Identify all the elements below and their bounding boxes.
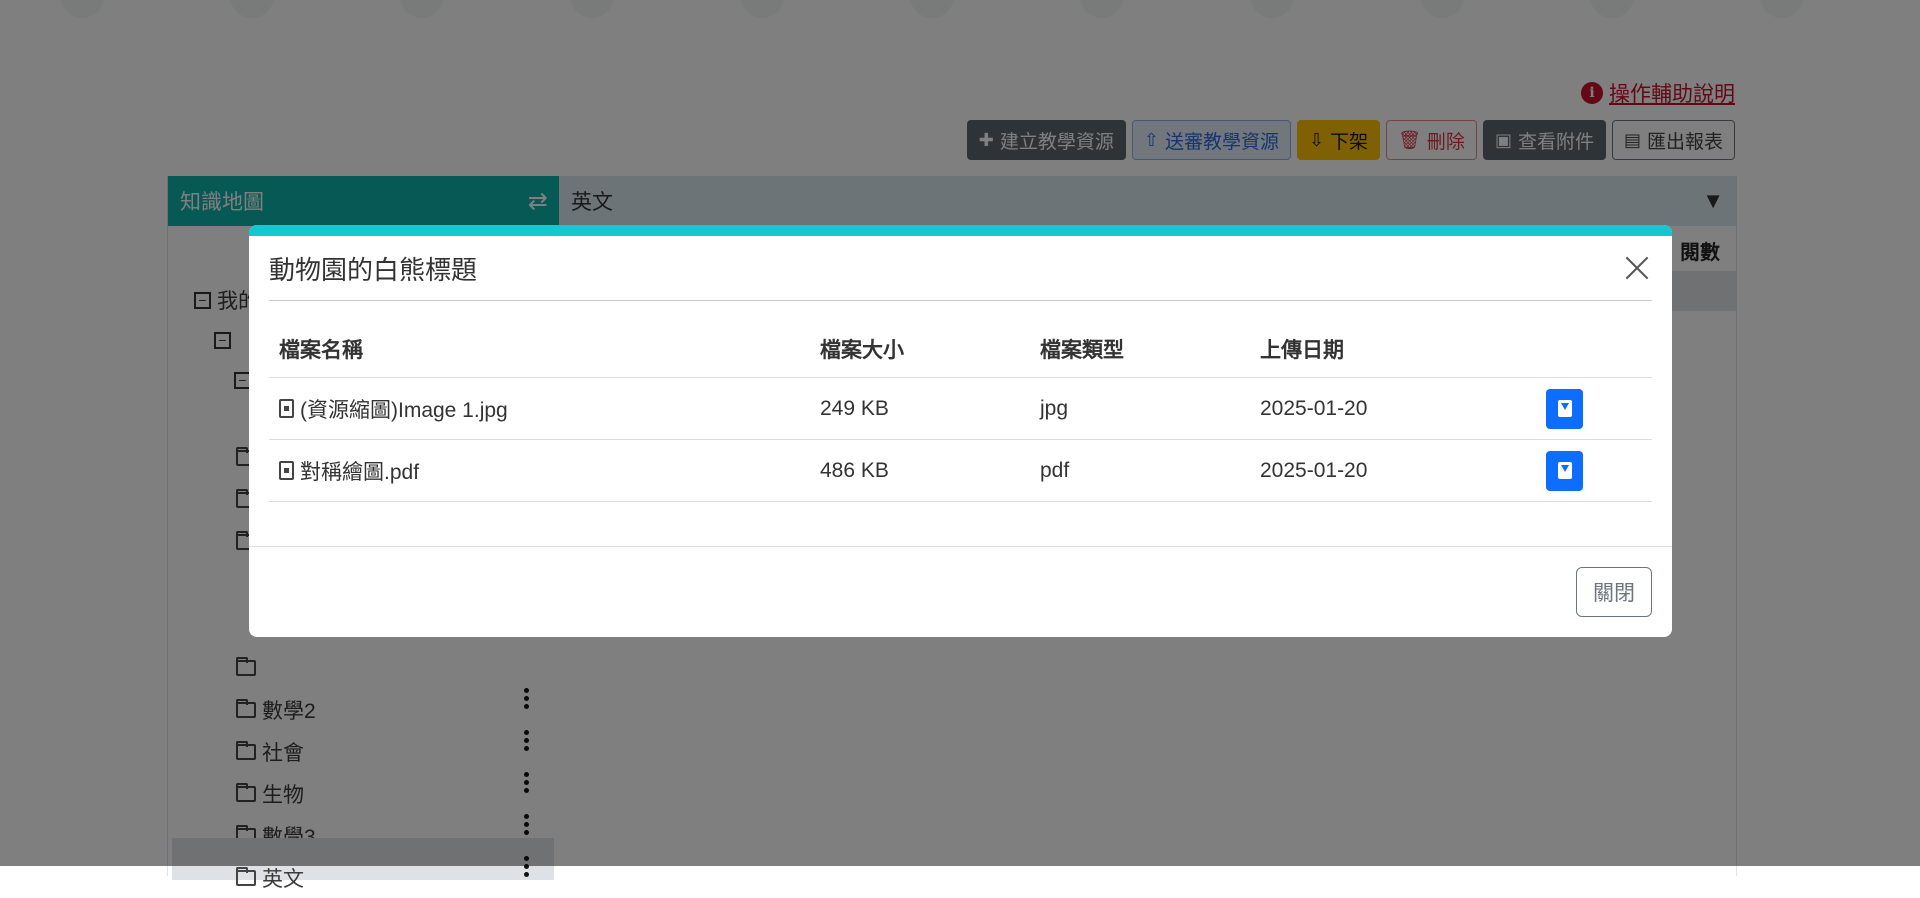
upload-date: 2025-01-20 bbox=[1250, 377, 1536, 440]
column-header-filesize: 檔案大小 bbox=[810, 321, 1030, 378]
file-download-icon bbox=[1557, 400, 1572, 417]
modal-title: 動物園的白熊標題 bbox=[269, 254, 478, 285]
table-header-row: 檔案名稱 檔案大小 檔案類型 上傳日期 bbox=[269, 321, 1652, 378]
file-size: 249 KB bbox=[810, 377, 1030, 440]
modal-header: 動物園的白熊標題 bbox=[269, 236, 1652, 301]
table-row: (資源縮圖)Image 1.jpg 249 KB jpg 2025-01-20 bbox=[269, 377, 1652, 440]
file-name: (資源縮圖)Image 1.jpg bbox=[300, 398, 508, 422]
upload-date: 2025-01-20 bbox=[1250, 439, 1536, 502]
column-header-actions bbox=[1536, 321, 1652, 378]
download-button[interactable] bbox=[1546, 388, 1583, 429]
file-type: jpg bbox=[1030, 377, 1250, 440]
attachments-table: 檔案名稱 檔案大小 檔案類型 上傳日期 (資源縮圖)Image 1.jpg 24… bbox=[269, 321, 1652, 502]
file-type: pdf bbox=[1030, 439, 1250, 502]
column-header-filetype: 檔案類型 bbox=[1030, 321, 1250, 378]
close-icon[interactable] bbox=[1624, 255, 1650, 281]
folder-icon bbox=[236, 867, 256, 886]
download-button[interactable] bbox=[1546, 450, 1583, 491]
file-size: 486 KB bbox=[810, 439, 1030, 502]
file-download-icon bbox=[1557, 462, 1572, 479]
close-button[interactable]: 關閉 bbox=[1576, 567, 1652, 617]
file-pdf-icon bbox=[279, 461, 294, 480]
column-header-filename: 檔案名稱 bbox=[269, 321, 810, 378]
table-row: 對稱繪圖.pdf 486 KB pdf 2025-01-20 bbox=[269, 439, 1652, 502]
modal-footer: 關閉 bbox=[249, 546, 1672, 637]
modal-accent-bar bbox=[249, 225, 1672, 236]
column-header-upload-date: 上傳日期 bbox=[1250, 321, 1536, 378]
attachments-modal: 動物園的白熊標題 檔案名稱 檔案大小 檔案類型 上傳日期 (資源縮圖)Image… bbox=[249, 225, 1672, 637]
file-image-icon bbox=[279, 399, 294, 418]
file-name: 對稱繪圖.pdf bbox=[300, 460, 420, 484]
